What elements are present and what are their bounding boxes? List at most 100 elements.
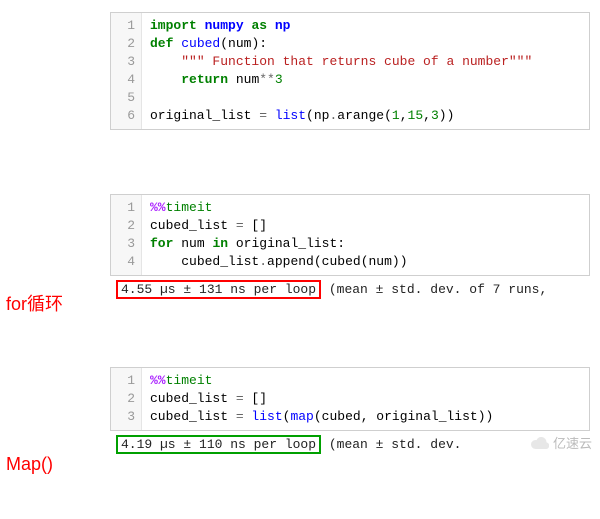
line-number-gutter: 1 2 3 4: [111, 195, 142, 275]
line-number: 3: [117, 53, 135, 71]
punct-rbracket: ]: [259, 218, 267, 233]
magic-timeit: timeit: [166, 373, 213, 388]
var-num: num: [236, 72, 259, 87]
watermark: 亿速云: [531, 433, 592, 452]
punct-lpar: (: [306, 108, 314, 123]
literal-3: 3: [275, 72, 283, 87]
timing-rest: (mean ± std. dev. of 7 runs,: [321, 282, 547, 297]
var-original-list: original_list: [236, 236, 337, 251]
builtin-list: list: [251, 409, 282, 424]
keyword-in: in: [212, 236, 228, 251]
code-cell-1: 1 2 3 4 5 6 import numpy as np def cubed…: [0, 12, 600, 130]
literal-15: 15: [408, 108, 424, 123]
code-block: 1 2 3 4 %%timeit cubed_list = [] for num…: [110, 194, 590, 276]
func-cubed: cubed: [322, 409, 361, 424]
op-eq: =: [228, 409, 251, 424]
var-cubed-list: cubed_list: [150, 218, 228, 233]
annotation-for-loop: for循环: [6, 290, 63, 316]
var-cubed-list: cubed_list: [181, 254, 259, 269]
magic-timeit: timeit: [166, 200, 213, 215]
punct-lpar: (: [384, 108, 392, 123]
keyword-import: import: [150, 18, 197, 33]
punct-comma: ,: [400, 108, 408, 123]
punct-rpar: ): [439, 108, 447, 123]
var-num: num: [369, 254, 392, 269]
punct-rpar: ): [478, 409, 486, 424]
timing-rest: (mean ± std. dev.: [321, 437, 461, 452]
line-number: 4: [117, 253, 135, 271]
op-power: **: [259, 72, 275, 87]
keyword-def: def: [150, 36, 173, 51]
var-original-list: original_list: [376, 409, 477, 424]
punct-colon: :: [337, 236, 345, 251]
punct-rpar: ): [392, 254, 400, 269]
code-block: 1 2 3 %%timeit cubed_list = [] cubed_lis…: [110, 367, 590, 431]
code-content: %%timeit cubed_list = [] cubed_list = li…: [142, 368, 501, 430]
var-cubed-list: cubed_list: [150, 409, 228, 424]
literal-1: 1: [392, 108, 400, 123]
line-number: 2: [117, 217, 135, 235]
punct-lpar: (: [314, 409, 322, 424]
keyword-for: for: [150, 236, 173, 251]
func-arange: arange: [337, 108, 384, 123]
op-eq: =: [228, 391, 251, 406]
code-content: import numpy as np def cubed(num): """ F…: [142, 13, 540, 129]
op-eq: =: [251, 108, 274, 123]
literal-3: 3: [431, 108, 439, 123]
line-number: 4: [117, 71, 135, 89]
watermark-text: 亿速云: [553, 433, 592, 452]
func-name-cubed: cubed: [181, 36, 220, 51]
line-number: 6: [117, 107, 135, 125]
alias-np: np: [275, 18, 291, 33]
timing-highlight-red: 4.55 µs ± 131 ns per loop: [116, 280, 321, 299]
func-cubed: cubed: [322, 254, 361, 269]
line-number: 3: [117, 408, 135, 426]
line-number: 1: [117, 372, 135, 390]
output-timing-for: 4.55 µs ± 131 ns per loop (mean ± std. d…: [110, 276, 590, 303]
code-block: 1 2 3 4 5 6 import numpy as np def cubed…: [110, 12, 590, 130]
code-cell-2: 1 2 3 4 %%timeit cubed_list = [] for num…: [0, 194, 600, 303]
line-number: 2: [117, 35, 135, 53]
docstring: """ Function that returns cube of a numb…: [181, 54, 532, 69]
line-number: 5: [117, 89, 135, 107]
method-append: append: [267, 254, 314, 269]
punct-comma: ,: [361, 409, 377, 424]
spacer: [0, 130, 600, 182]
timing-highlight-green: 4.19 µs ± 110 ns per loop: [116, 435, 321, 454]
op-eq: =: [228, 218, 251, 233]
line-number: 1: [117, 17, 135, 35]
spacer: [0, 303, 600, 355]
mod-np: np: [314, 108, 330, 123]
punct-rpar: ): [400, 254, 408, 269]
punct-lpar: (: [220, 36, 228, 51]
var-num: num: [181, 236, 204, 251]
keyword-as: as: [251, 18, 267, 33]
cloud-icon: [531, 437, 549, 449]
code-content: %%timeit cubed_list = [] for num in orig…: [142, 195, 416, 275]
line-number-gutter: 1 2 3 4 5 6: [111, 13, 142, 129]
magic-percent: %%: [150, 373, 166, 388]
punct-rbracket: ]: [259, 391, 267, 406]
param-num: num: [228, 36, 251, 51]
line-number-gutter: 1 2 3: [111, 368, 142, 430]
builtin-map: map: [290, 409, 313, 424]
punct-dot: .: [259, 254, 267, 269]
builtin-list: list: [275, 108, 306, 123]
magic-percent: %%: [150, 200, 166, 215]
annotation-map: Map(): [6, 454, 53, 475]
output-timing-map: 4.19 µs ± 110 ns per loop (mean ± std. d…: [110, 431, 590, 458]
punct-lpar: (: [314, 254, 322, 269]
code-cell-3: 1 2 3 %%timeit cubed_list = [] cubed_lis…: [0, 367, 600, 458]
punct-colon: :: [259, 36, 267, 51]
punct-rpar: ): [447, 108, 455, 123]
var-original-list: original_list: [150, 108, 251, 123]
var-cubed-list: cubed_list: [150, 391, 228, 406]
module-numpy: numpy: [205, 18, 244, 33]
line-number: 2: [117, 390, 135, 408]
keyword-return: return: [181, 72, 228, 87]
punct-comma: ,: [423, 108, 431, 123]
line-number: 3: [117, 235, 135, 253]
line-number: 1: [117, 199, 135, 217]
punct-lpar: (: [361, 254, 369, 269]
punct-rpar: ): [486, 409, 494, 424]
